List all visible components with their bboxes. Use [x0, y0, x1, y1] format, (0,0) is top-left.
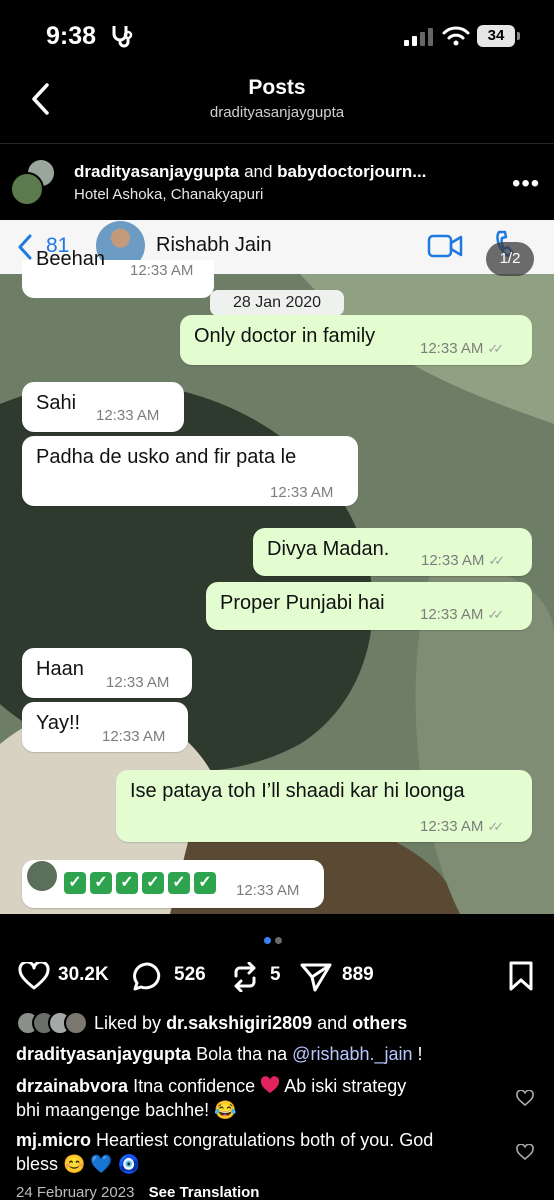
post-date-row: 24 February 2023 See Translation [16, 1184, 259, 1200]
collaborator-username[interactable]: babydoctorjourn... [277, 162, 426, 181]
message-bubble-outgoing: Proper Punjabi hai 12:33 AM ✓✓ [206, 582, 532, 630]
message-time: 12:33 AM [270, 484, 334, 501]
post-caption: dradityasanjaygupta Bola tha na @rishabh… [16, 1042, 423, 1066]
message-bubble-incoming: ✓ ✓ ✓ ✓ ✓ ✓ 12:33 AM [22, 860, 324, 908]
message-text: Only doctor in family [194, 325, 376, 347]
double-check-icon: ✓✓ [487, 819, 504, 834]
message-text: Haan [36, 658, 84, 680]
comment-like-heart-icon[interactable] [516, 1144, 534, 1160]
message-bubble-partial: Beehan 12:33 AM [22, 248, 214, 298]
message-text: Padha de usko and fir pata le [36, 446, 297, 468]
page-subtitle-username[interactable]: dradityasanjaygupta [0, 104, 554, 121]
message-time: 12:33 AM ✓✓ [420, 340, 504, 357]
post-header: dradityasanjaygupta and babydoctorjourn.… [0, 146, 554, 220]
message-text: Ise pataya toh I’ll shaadi kar hi loonga [130, 780, 465, 802]
message-time: 12:33 AM ✓✓ [421, 552, 505, 569]
message-bubble-outgoing: Ise pataya toh I’ll shaadi kar hi loonga… [116, 770, 532, 842]
comment-count: 526 [174, 964, 206, 985]
message-time: 12:33 AM [102, 728, 166, 745]
and-text: and [244, 162, 273, 181]
page-title: Posts [248, 76, 306, 99]
status-time: 9:38 [46, 22, 97, 50]
heart-icon [18, 962, 50, 990]
date-chip: 28 Jan 2020 [210, 290, 344, 316]
more-options-icon[interactable]: ••• [512, 170, 540, 198]
comment-text: bhi maangenge bachhe! 😂 [16, 1100, 237, 1120]
message-text: Divya Madan. [267, 538, 390, 560]
comment-text: Ab iski strategy [284, 1076, 407, 1096]
liked-by-text: Liked by dr.sakshigiri2809 and others [94, 1013, 408, 1033]
post-authors[interactable]: dradityasanjaygupta and babydoctorjourn.… [74, 162, 426, 182]
message-time: 12:33 AM [130, 262, 194, 279]
comment-text: Heartiest congratulations both of you. G… [96, 1130, 434, 1150]
comment-username[interactable]: drzainabvora [16, 1076, 128, 1096]
avatar [64, 1011, 88, 1035]
caption-username[interactable]: dradityasanjaygupta [16, 1044, 191, 1064]
message-time: 12:33 AM [96, 407, 160, 424]
message-time: 12:33 AM ✓✓ [420, 606, 504, 623]
message-bubble-incoming: Haan 12:33 AM [22, 648, 192, 698]
posts-header: Posts dradityasanjaygupta [0, 66, 554, 144]
share-count: 889 [342, 964, 374, 985]
liked-by-user[interactable]: dr.sakshigiri2809 [166, 1013, 312, 1033]
video-call-icon [427, 234, 463, 258]
message-bubble-outgoing: Only doctor in family 12:33 AM ✓✓ [180, 315, 532, 365]
liked-by-others[interactable]: others [352, 1013, 407, 1033]
carousel-dot [275, 937, 282, 944]
message-bubble-incoming: Yay!! 12:33 AM [22, 702, 188, 752]
see-translation-link[interactable]: See Translation [149, 1184, 260, 1200]
message-text: Beehan [36, 248, 105, 270]
message-text: Yay!! [36, 712, 81, 734]
caption-text: Bola tha na [196, 1044, 288, 1064]
message-bubble-incoming: Sahi 12:33 AM [22, 382, 184, 432]
comment-text: bless 😊 💙 🧿 [16, 1154, 141, 1174]
post-location[interactable]: Hotel Ashoka, Chanakyapuri [74, 186, 263, 203]
caption-end: ! [417, 1044, 423, 1064]
chevron-left-icon[interactable] [16, 233, 34, 261]
post-actions: 30.2K 526 5 889 [0, 952, 554, 996]
cellular-signal-icon [404, 28, 433, 46]
send-icon [300, 963, 332, 992]
comment-username[interactable]: mj.micro [16, 1130, 91, 1150]
red-heart-icon [261, 1076, 280, 1093]
carousel-dot-active [264, 937, 271, 944]
message-text: Sahi [36, 392, 77, 414]
comment-item: mj.micro Heartiest congratulations both … [16, 1128, 506, 1176]
status-bar: 9:38 34 [0, 0, 554, 66]
stethoscope-icon [112, 26, 133, 48]
double-check-icon: ✓✓ [487, 607, 504, 622]
comment-like-heart-icon[interactable] [516, 1090, 534, 1106]
repost-count: 5 [270, 964, 281, 985]
author-username[interactable]: dradityasanjaygupta [74, 162, 239, 181]
like-count: 30.2K [58, 964, 109, 985]
message-bubble-incoming: Padha de usko and fir pata le 12:33 AM [22, 436, 358, 506]
double-check-icon: ✓✓ [487, 341, 504, 356]
caption-mention[interactable]: @rishabh._jain [292, 1044, 412, 1064]
contact-name: Rishabh Jain [156, 234, 272, 256]
message-time: 12:33 AM [236, 882, 300, 899]
comment-item: drzainabvora Itna confidence Ab iski str… [16, 1074, 506, 1122]
check-mark-emojis: ✓ ✓ ✓ ✓ ✓ ✓ [64, 870, 220, 894]
repost-icon [234, 962, 256, 992]
comment-bubble-icon [133, 962, 161, 991]
message-text: Proper Punjabi hai [220, 592, 385, 614]
wifi-icon [442, 26, 470, 46]
message-time: 12:33 AM ✓✓ [420, 818, 504, 835]
double-check-icon: ✓✓ [488, 553, 505, 568]
profile-placeholder-icon [27, 861, 57, 891]
bookmark-icon[interactable] [508, 960, 534, 992]
battery-indicator: 34 [477, 25, 520, 47]
carousel-dots [264, 931, 286, 949]
comment-text: Itna confidence [133, 1076, 256, 1096]
carousel-page-indicator: 1/2 [486, 242, 534, 276]
message-bubble-outgoing: Divya Madan. 12:33 AM ✓✓ [253, 528, 532, 576]
post-image[interactable]: 81 Rishabh Jain 1/2 Beehan 12:33 AM 28 J… [0, 220, 554, 914]
message-time: 12:33 AM [106, 674, 170, 691]
post-date: 24 February 2023 [16, 1184, 135, 1200]
